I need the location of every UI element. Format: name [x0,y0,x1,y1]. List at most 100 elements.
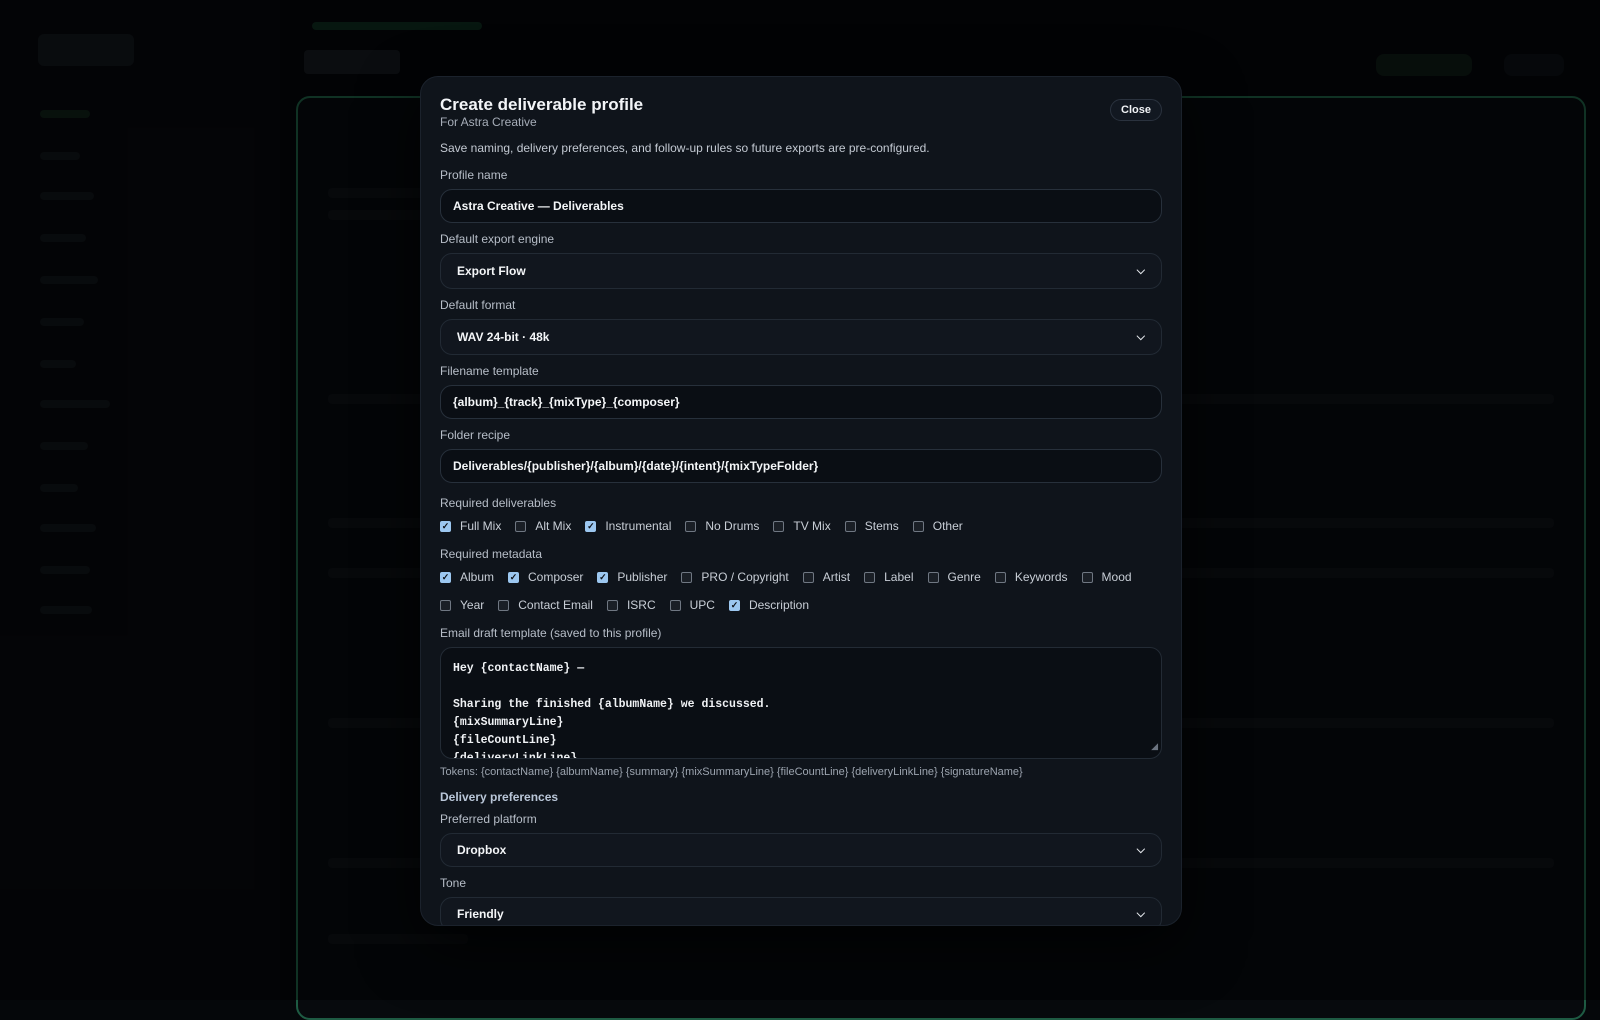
metadata-checkbox[interactable]: ✓ Publisher [597,570,667,584]
deliverables-label: Required deliverables [440,496,1162,510]
metadata-checkbox-label: Mood [1102,570,1132,584]
metadata-checkbox-label: Label [884,570,913,584]
checkbox-checked-icon[interactable]: ✓ [585,521,596,532]
metadata-checkbox-label: Genre [948,570,981,584]
deliverables-checkbox[interactable]: ✓ Instrumental [585,519,671,533]
checkbox-icon[interactable] [681,572,692,583]
tokens-hint: Tokens: {contactName} {albumName} {summa… [440,766,1162,779]
metadata-checkbox-label: Year [460,598,484,612]
deliverables-checkbox[interactable]: ✓ Full Mix [440,519,501,533]
deliverables-checkbox[interactable]: No Drums [685,519,759,533]
metadata-checkbox[interactable]: Artist [803,570,850,584]
filename-template-label: Filename template [440,364,1162,378]
checkbox-icon[interactable] [864,572,875,583]
metadata-label: Required metadata [440,547,1162,561]
metadata-checkbox[interactable]: ISRC [607,598,656,612]
metadata-checkbox[interactable]: UPC [670,598,715,612]
checkbox-icon[interactable] [607,600,618,611]
checkbox-icon[interactable] [685,521,696,532]
checkbox-icon[interactable] [515,521,526,532]
deliverables-checkbox-label: Full Mix [460,519,501,533]
checkbox-icon[interactable] [928,572,939,583]
deliverables-checklist: ✓ Full Mix Alt Mix ✓ Instrumental No Drums TV … [440,519,1162,533]
tone-label: Tone [440,876,1162,890]
metadata-checkbox-label: Publisher [617,570,667,584]
deliverables-checkbox[interactable]: Other [913,519,963,533]
export-engine-value: Export Flow [457,264,526,278]
metadata-checkbox[interactable]: PRO / Copyright [681,570,788,584]
deliverables-checkbox-label: TV Mix [793,519,830,533]
metadata-checkbox-label: Artist [823,570,850,584]
format-label: Default format [440,298,1162,312]
deliverables-checkbox[interactable]: Alt Mix [515,519,571,533]
resize-handle-icon[interactable]: ◢ [1151,738,1158,756]
create-profile-dialog: Close Create deliverable profile For Ast… [420,76,1182,926]
deliverables-checkbox-label: Other [933,519,963,533]
delivery-section-title: Delivery preferences [440,790,1162,804]
checkbox-checked-icon[interactable]: ✓ [440,521,451,532]
metadata-checkbox[interactable]: ✓ Composer [508,570,583,584]
metadata-checkbox-label: PRO / Copyright [701,570,788,584]
platform-select[interactable]: Dropbox ⌵ [440,833,1162,867]
format-value: WAV 24-bit · 48k [457,330,549,344]
metadata-checkbox[interactable]: Label [864,570,913,584]
folder-recipe-input[interactable]: Deliverables/{publisher}/{album}/{date}/… [440,449,1162,483]
metadata-checkbox-label: Keywords [1015,570,1068,584]
metadata-checkbox[interactable]: Keywords [995,570,1068,584]
chevron-down-icon: ⌵ [1137,265,1145,278]
platform-value: Dropbox [457,843,506,857]
deliverables-checkbox-label: No Drums [705,519,759,533]
export-engine-label: Default export engine [440,232,1162,246]
email-template-label: Email draft template (saved to this prof… [440,626,1162,640]
metadata-checkbox-label: ISRC [627,598,656,612]
metadata-checkbox[interactable]: Mood [1082,570,1132,584]
checkbox-icon[interactable] [670,600,681,611]
deliverables-checkbox-label: Alt Mix [535,519,571,533]
metadata-checkbox[interactable]: Genre [928,570,981,584]
metadata-checkbox-label: Description [749,598,809,612]
checkbox-icon[interactable] [803,572,814,583]
filename-template-input[interactable]: {album}_{track}_{mixType}_{composer} [440,385,1162,419]
email-template-textarea[interactable]: Hey {contactName} — Sharing the finished… [440,647,1162,759]
tone-select[interactable]: Friendly ⌵ [440,897,1162,926]
checkbox-checked-icon[interactable]: ✓ [729,600,740,611]
platform-label: Preferred platform [440,812,1162,826]
deliverables-checkbox[interactable]: TV Mix [773,519,830,533]
chevron-down-icon: ⌵ [1137,331,1145,344]
checkbox-icon[interactable] [498,600,509,611]
export-engine-select[interactable]: Export Flow ⌵ [440,253,1162,289]
profile-name-label: Profile name [440,168,1162,182]
checkbox-icon[interactable] [1082,572,1093,583]
checkbox-checked-icon[interactable]: ✓ [597,572,608,583]
checkbox-icon[interactable] [995,572,1006,583]
dialog-subtitle: For Astra Creative [440,115,1162,129]
dialog-body: Create deliverable profile For Astra Cre… [440,95,1162,926]
metadata-checkbox-label: Album [460,570,494,584]
deliverables-checkbox-label: Stems [865,519,899,533]
checkbox-checked-icon[interactable]: ✓ [440,572,451,583]
metadata-checkbox[interactable]: Year [440,598,484,612]
metadata-checklist: ✓ Album ✓ Composer ✓ Publisher PRO / Copyright… [440,570,1162,612]
format-select[interactable]: WAV 24-bit · 48k ⌵ [440,319,1162,355]
metadata-checkbox[interactable]: ✓ Description [729,598,809,612]
checkbox-icon[interactable] [913,521,924,532]
folder-recipe-label: Folder recipe [440,428,1162,442]
checkbox-icon[interactable] [440,600,451,611]
checkbox-checked-icon[interactable]: ✓ [508,572,519,583]
metadata-checkbox[interactable]: Contact Email [498,598,593,612]
metadata-checkbox-label: Contact Email [518,598,593,612]
tone-value: Friendly [457,907,504,921]
profile-name-input[interactable]: Astra Creative — Deliverables [440,189,1162,223]
metadata-checkbox[interactable]: ✓ Album [440,570,494,584]
checkbox-icon[interactable] [845,521,856,532]
chevron-down-icon: ⌵ [1137,844,1145,857]
deliverables-checkbox-label: Instrumental [605,519,671,533]
deliverables-checkbox[interactable]: Stems [845,519,899,533]
dialog-description: Save naming, delivery preferences, and f… [440,140,1162,156]
checkbox-icon[interactable] [773,521,784,532]
metadata-checkbox-label: Composer [528,570,583,584]
chevron-down-icon: ⌵ [1137,908,1145,921]
metadata-checkbox-label: UPC [690,598,715,612]
dialog-title: Create deliverable profile [440,95,1162,115]
email-template-text: Hey {contactName} — Sharing the finished… [453,662,770,759]
